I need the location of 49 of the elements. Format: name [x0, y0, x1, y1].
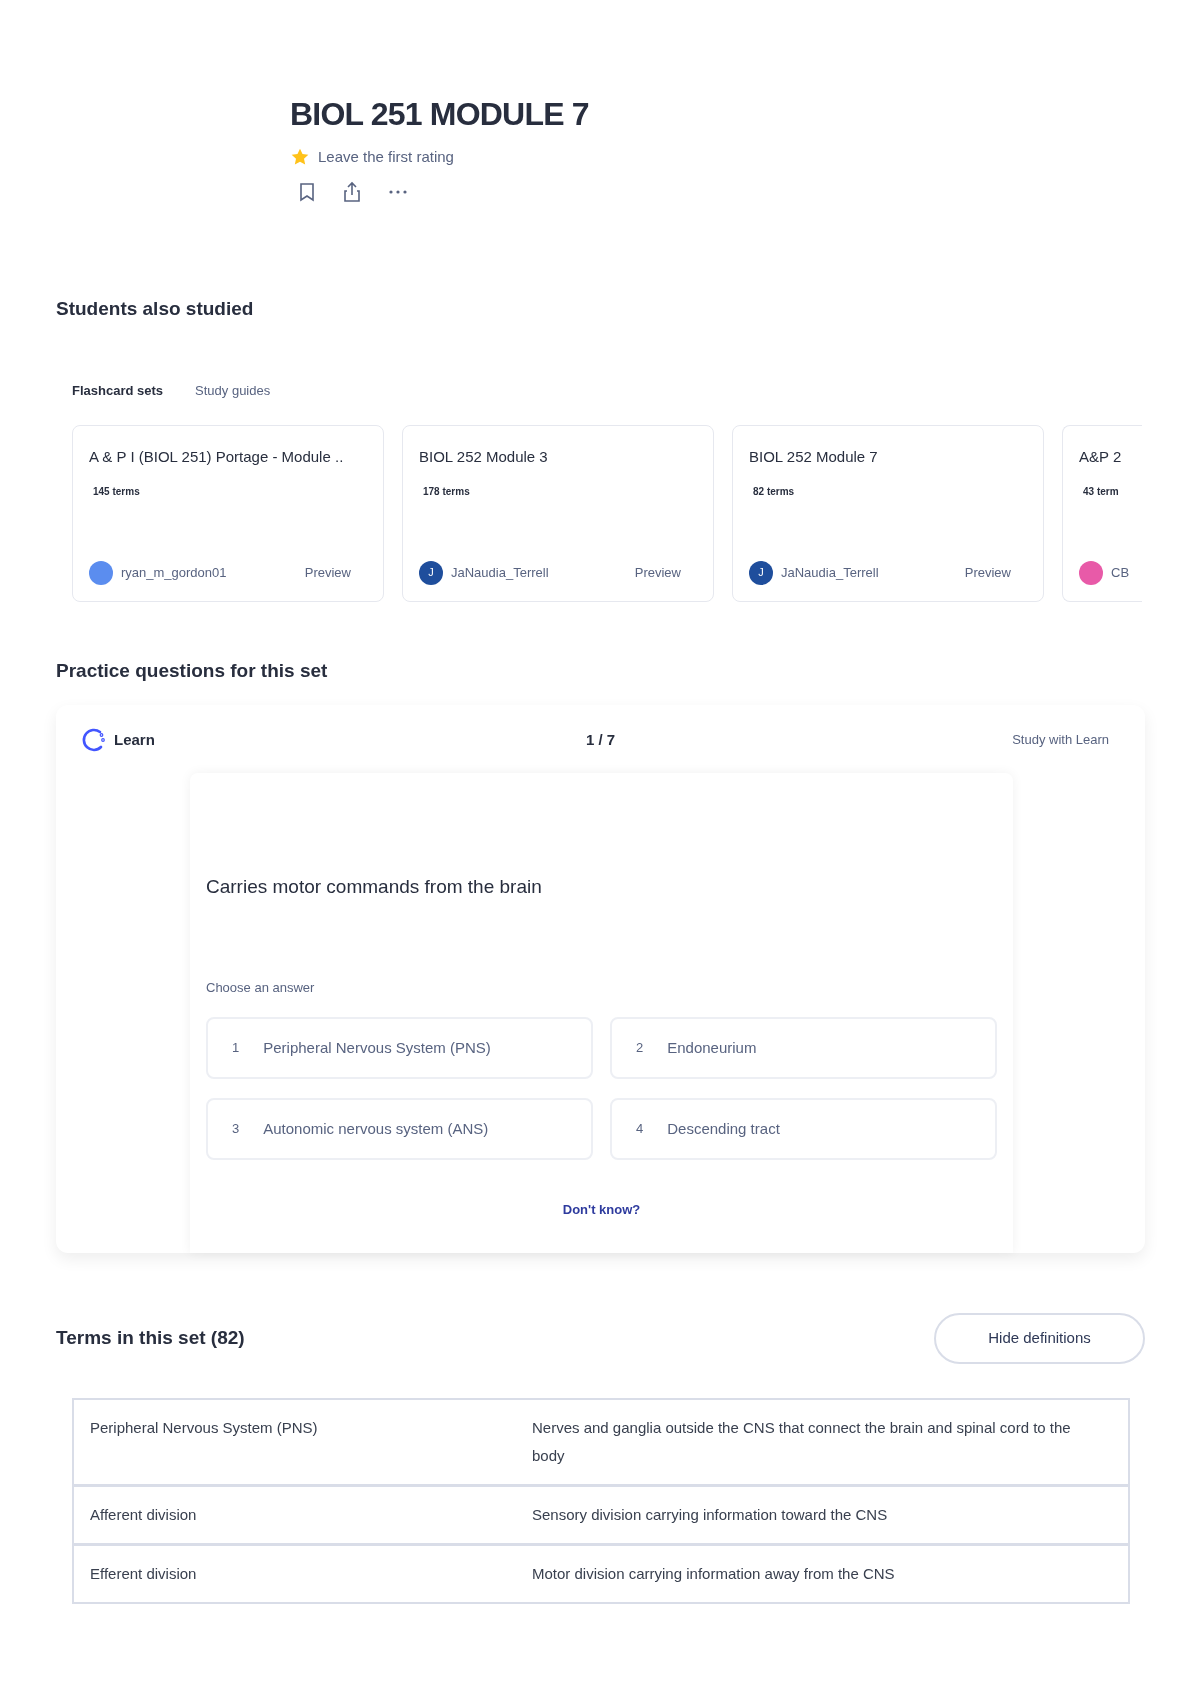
set-card[interactable]: A&P 2 43 term CB: [1062, 424, 1142, 602]
progress-counter: 1 / 7: [585, 729, 616, 750]
avatar: J: [749, 560, 773, 585]
card-title: A&P 2: [1079, 446, 1123, 467]
section-heading: Practice questions for this set: [56, 658, 329, 683]
rating-prompt[interactable]: Leave the first rating: [318, 146, 454, 169]
author-name[interactable]: JaNaudia_Terrell: [781, 562, 879, 583]
preview-button[interactable]: Preview: [304, 562, 351, 583]
mode-label: Learn: [114, 729, 155, 750]
tab[interactable]: Flashcard sets: [72, 381, 164, 401]
avatar: J: [419, 560, 443, 585]
author-name[interactable]: ryan_m_gordon01: [121, 562, 227, 583]
answer-option[interactable]: 4 Descending tract: [610, 1098, 997, 1160]
tab[interactable]: Study guides: [195, 381, 271, 401]
term-cell-text: Afferent division: [90, 1505, 198, 1525]
section-heading: Terms in this set (82): [56, 1326, 245, 1351]
dont-know-link[interactable]: Don't know?: [562, 1200, 641, 1220]
card-title: A & P I (BIOL 251) Portage - Module ..: [89, 446, 345, 467]
answer-option[interactable]: 2 Endoneurium: [610, 1017, 997, 1079]
term-count: 145 terms: [93, 485, 141, 499]
definition-cell-text: Nerves and ganglia outside the CNS that connect the brain and spinal cord to the body: [532, 1418, 1072, 1466]
term-count: 43 term: [1083, 485, 1120, 499]
answer-option[interactable]: 1 Peripheral Nervous System (PNS): [206, 1017, 593, 1079]
term-cell-text: Peripheral Nervous System (PNS): [90, 1418, 319, 1438]
term-count: 82 terms: [753, 485, 796, 499]
section-heading: Students also studied: [56, 296, 255, 321]
answer-option[interactable]: 3 Autonomic nervous system (ANS): [206, 1098, 593, 1160]
definition-cell-text: Motor division carrying information away from the CNS: [532, 1564, 896, 1584]
set-card[interactable]: BIOL 252 Module 7 82 terms J JaNaudia_Terrell Preview: [732, 424, 1044, 602]
bookmark-icon[interactable]: [298, 181, 316, 202]
card-title: BIOL 252 Module 3: [419, 446, 549, 467]
author-name[interactable]: CB: [1111, 562, 1130, 583]
more-icon[interactable]: [388, 188, 408, 195]
set-card[interactable]: A & P I (BIOL 251) Portage - Module .. 145 terms ryan_m_gordon01 Preview: [72, 424, 384, 602]
term-cell-text: Efferent division: [90, 1564, 198, 1584]
learn-icon: [80, 727, 106, 753]
study-link[interactable]: Study with Learn: [1012, 730, 1109, 750]
set-title: BIOL 251 MODULE 7: [290, 98, 590, 130]
answer-prompt: Choose an answer: [206, 978, 316, 997]
hide-definitions-button[interactable]: Hide definitions: [934, 1313, 1145, 1364]
set-card[interactable]: BIOL 252 Module 3 178 terms J JaNaudia_Terrell Preview: [402, 424, 714, 602]
term-count: 178 terms: [423, 485, 471, 499]
card-title: BIOL 252 Module 7: [749, 446, 879, 467]
preview-button[interactable]: Preview: [964, 562, 1011, 583]
author-name[interactable]: JaNaudia_Terrell: [451, 562, 549, 583]
share-icon[interactable]: [342, 180, 362, 203]
definition-cell-text: Sensory division carrying information toward the CNS: [532, 1505, 889, 1525]
preview-button[interactable]: Preview: [634, 562, 681, 583]
question-text: Carries motor commands from the brain: [206, 875, 543, 899]
